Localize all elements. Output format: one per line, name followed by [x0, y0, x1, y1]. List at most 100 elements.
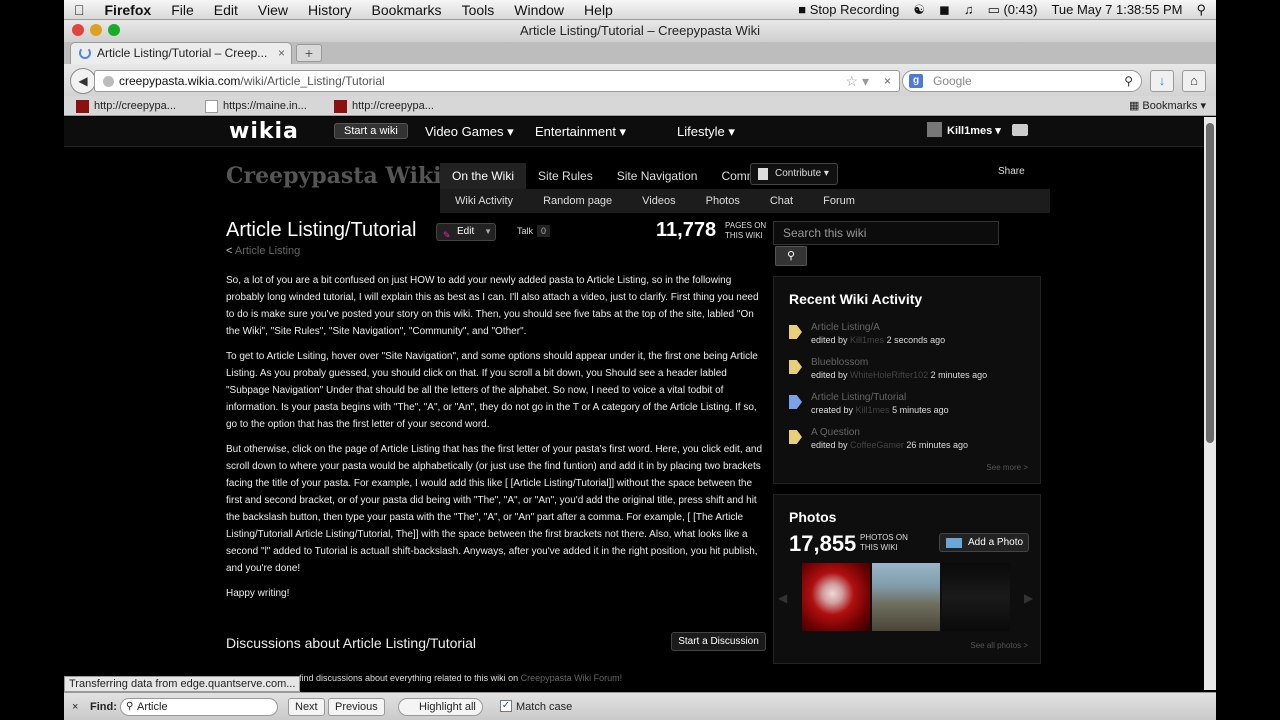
subtab-forum[interactable]: Forum: [808, 189, 870, 213]
find-previous-button[interactable]: Previous: [328, 698, 385, 716]
breadcrumb-link[interactable]: Article Listing: [235, 245, 300, 257]
search-bar[interactable]: g Google ⚲: [902, 70, 1142, 92]
wiki-search-button[interactable]: ⚲: [775, 246, 807, 266]
find-next-button[interactable]: Next: [288, 698, 325, 716]
spotlight-icon[interactable]: ⚲: [1196, 2, 1206, 18]
chevron-down-icon[interactable]: ▼: [484, 224, 492, 240]
activity-meta: created by Kill1mes 5 minutes ago: [811, 404, 949, 417]
wikia-logo[interactable]: wikia: [229, 119, 299, 144]
wiki-nav: On the Wiki Site Rules Site Navigation C…: [440, 163, 1050, 215]
clock[interactable]: Tue May 7 1:38:55 PM: [1051, 2, 1182, 17]
subtab-photos[interactable]: Photos: [691, 189, 755, 213]
discussions-heading: Discussions about Article Listing/Tutori…: [226, 635, 477, 651]
contribute-button[interactable]: Contribute ▾: [750, 163, 838, 185]
downloads-button[interactable]: ↓: [1150, 70, 1174, 92]
tab-on-the-wiki[interactable]: On the Wiki: [440, 163, 527, 189]
add-photo-button[interactable]: Add a Photo: [939, 533, 1029, 552]
subtab-videos[interactable]: Videos: [627, 189, 690, 213]
back-button[interactable]: ◀: [70, 68, 96, 94]
bookmark-item[interactable]: http://creepypa...: [334, 98, 434, 114]
photo-thumbnail[interactable]: [942, 563, 1010, 631]
bookmark-item[interactable]: https://maine.in...: [205, 98, 307, 114]
close-find-icon[interactable]: ×: [72, 698, 78, 716]
find-value: Article: [137, 701, 168, 713]
bookmarks-menu[interactable]: ▦ Bookmarks ▾: [1129, 98, 1206, 114]
user-menu[interactable]: Kill1mes ▾: [927, 122, 1001, 137]
menu-help[interactable]: Help: [574, 2, 623, 18]
wifi-icon[interactable]: ◼: [939, 2, 950, 18]
site-identity-icon[interactable]: [103, 76, 114, 87]
find-input[interactable]: ⚲ Article: [120, 698, 278, 716]
new-tab-button[interactable]: +: [296, 44, 322, 62]
scrollbar-thumb[interactable]: [1206, 123, 1214, 443]
apple-icon[interactable]: : [64, 2, 95, 18]
activity-item: Blueblossom edited by WhiteHoleRifter102…: [789, 356, 987, 382]
search-icon[interactable]: ⚲: [1124, 71, 1133, 91]
menu-history[interactable]: History: [298, 2, 362, 18]
activity-user[interactable]: CoffeeGamer: [850, 440, 904, 450]
start-a-wiki-button[interactable]: Start a wiki: [334, 123, 408, 139]
breadcrumb: < Article Listing: [226, 245, 300, 257]
activity-item: Article Listing/A edited by Kill1mes 2 s…: [789, 321, 945, 347]
carousel-next-icon[interactable]: ▶: [1024, 591, 1033, 605]
subtab-random-page[interactable]: Random page: [528, 189, 627, 213]
start-discussion-button[interactable]: Start a Discussion: [671, 632, 766, 651]
menu-app[interactable]: Firefox: [95, 2, 162, 18]
match-case-checkbox[interactable]: ✓: [500, 700, 512, 712]
highlight-all-button[interactable]: Highlight all: [398, 698, 483, 716]
talk-button[interactable]: Talk 0: [517, 225, 551, 237]
menu-view[interactable]: View: [248, 2, 298, 18]
volume-icon[interactable]: ♫: [964, 2, 974, 17]
zoom-window-icon[interactable]: [108, 24, 120, 36]
activity-title[interactable]: Article Listing/Tutorial: [811, 391, 949, 404]
bluetooth-icon[interactable]: ☯: [913, 2, 925, 18]
nav-video-games[interactable]: Video Games ▾: [425, 124, 514, 140]
page-scrollbar[interactable]: [1204, 117, 1216, 690]
subtab-chat[interactable]: Chat: [755, 189, 808, 213]
stop-recording-label: Stop Recording: [809, 2, 900, 17]
stop-load-icon[interactable]: ×: [884, 71, 891, 91]
nav-toolbar: ◀ creepypasta.wikia.com/wiki/Article_Lis…: [64, 64, 1216, 96]
close-window-icon[interactable]: [72, 24, 84, 36]
see-all-photos-link[interactable]: See all photos >: [970, 641, 1028, 650]
tab-site-rules[interactable]: Site Rules: [526, 163, 605, 189]
activity-title[interactable]: A Question: [811, 426, 968, 439]
notifications-icon[interactable]: [1012, 124, 1028, 136]
find-bar: × Find: ⚲ Article Next Previous Highligh…: [64, 692, 1216, 720]
close-tab-icon[interactable]: ×: [278, 43, 285, 63]
edit-button[interactable]: ✎ Edit ▼: [436, 223, 496, 241]
menu-window[interactable]: Window: [504, 2, 574, 18]
minimize-window-icon[interactable]: [90, 24, 102, 36]
photo-thumbnail[interactable]: [802, 563, 870, 631]
url-bar[interactable]: creepypasta.wikia.com/wiki/Article_Listi…: [94, 70, 900, 92]
see-more-link[interactable]: See more >: [986, 463, 1028, 472]
activity-user[interactable]: WhiteHoleRifter102: [850, 370, 928, 380]
home-button[interactable]: ⌂: [1182, 70, 1206, 92]
nav-entertainment[interactable]: Entertainment ▾: [535, 124, 626, 140]
wiki-wordmark[interactable]: Creepypasta Wiki: [226, 163, 442, 189]
share-button[interactable]: Share: [998, 166, 1025, 177]
google-engine-icon[interactable]: g: [909, 74, 923, 88]
forum-link[interactable]: Creepypasta Wiki Forum!: [521, 673, 623, 683]
menu-file[interactable]: File: [161, 2, 204, 18]
stop-recording[interactable]: ■ Stop Recording: [798, 2, 899, 17]
menu-bookmarks[interactable]: Bookmarks: [362, 2, 452, 18]
nav-entertainment-label: Entertainment: [535, 124, 616, 139]
bookmark-star-icon[interactable]: ☆ ▾: [846, 71, 869, 91]
tab-site-navigation[interactable]: Site Navigation: [605, 163, 710, 189]
tab-article-listing[interactable]: Article Listing/Tutorial – Creep... ×: [70, 42, 292, 64]
menu-edit[interactable]: Edit: [204, 2, 248, 18]
activity-title[interactable]: Blueblossom: [811, 356, 987, 369]
bookmark-item[interactable]: http://creepypa...: [76, 98, 176, 114]
activity-title[interactable]: Article Listing/A: [811, 321, 945, 334]
photo-thumbnail[interactable]: [872, 563, 940, 631]
menu-tools[interactable]: Tools: [452, 2, 505, 18]
nav-lifestyle[interactable]: Lifestyle ▾: [677, 124, 735, 140]
activity-user[interactable]: Kill1mes: [850, 335, 884, 345]
battery-icon[interactable]: ▭ (0:43): [988, 2, 1038, 18]
subtab-wiki-activity[interactable]: Wiki Activity: [440, 189, 528, 213]
bookmark-favicon: [76, 100, 89, 113]
wiki-search-input[interactable]: Search this wiki: [773, 221, 999, 245]
carousel-prev-icon[interactable]: ◀: [778, 591, 787, 605]
activity-user[interactable]: Kill1mes: [856, 405, 890, 415]
